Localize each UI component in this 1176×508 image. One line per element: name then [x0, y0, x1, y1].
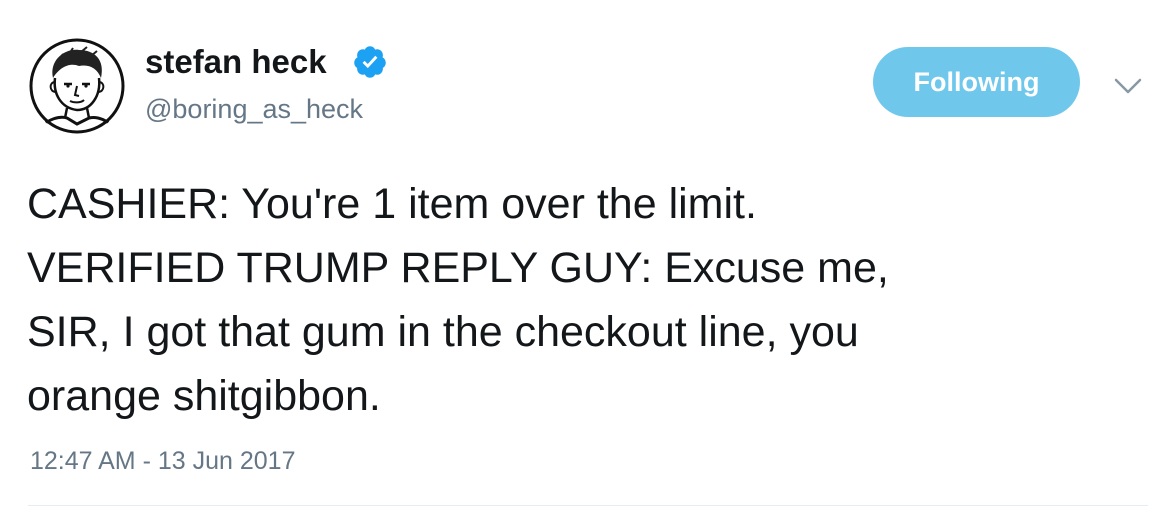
avatar-portrait-icon [29, 38, 125, 134]
tweet-text-line: VERIFIED TRUMP REPLY GUY: Excuse me, [27, 244, 889, 292]
tweet-timestamp[interactable]: 12:47 AM - 13 Jun 2017 [30, 445, 295, 477]
display-name[interactable]: stefan heck [145, 42, 327, 82]
tweet-text-line: orange shitgibbon. [27, 372, 381, 420]
tweet-text-line: SIR, I got that gum in the checkout line… [27, 308, 859, 356]
divider [28, 505, 1148, 506]
verified-badge-icon [354, 46, 386, 78]
tweet-text-line: CASHIER: You're 1 item over the limit. [27, 180, 757, 228]
chevron-down-icon[interactable] [1113, 76, 1143, 96]
avatar[interactable] [29, 38, 125, 134]
user-handle[interactable]: @boring_as_heck [145, 92, 363, 126]
tweet-card: stefan heck @boring_as_heck Following CA… [0, 0, 1176, 508]
tweet-text: CASHIER: You're 1 item over the limit. V… [27, 172, 1147, 428]
following-button[interactable]: Following [873, 47, 1080, 117]
